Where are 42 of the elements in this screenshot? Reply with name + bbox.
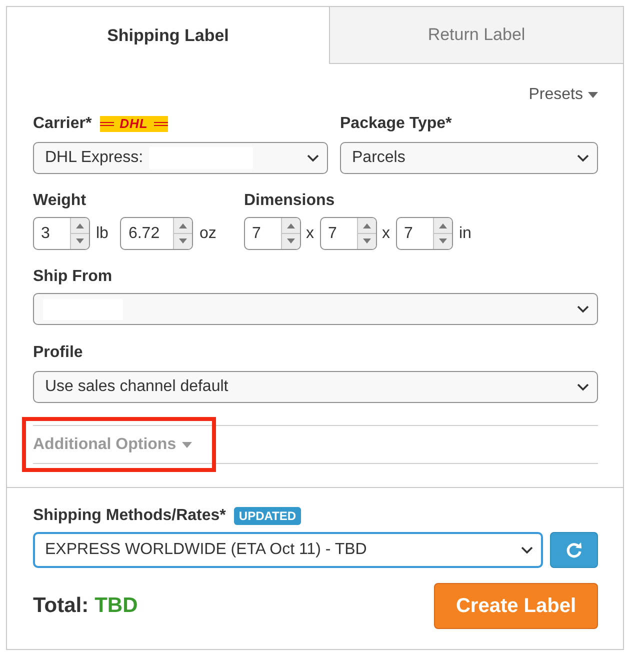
stepper-icon[interactable] xyxy=(70,218,89,249)
unit-label: in xyxy=(459,224,472,242)
dimension-input[interactable]: 7 xyxy=(396,217,453,250)
caret-icon xyxy=(588,92,598,98)
field-label: Carrier* xyxy=(33,114,92,134)
package-type-select[interactable]: Parcels xyxy=(340,142,598,174)
tab[interactable]: Return Label xyxy=(329,7,623,64)
field-label: Dimensions xyxy=(244,191,335,211)
dimension-input[interactable]: 7 xyxy=(320,217,377,250)
total-value: TBD xyxy=(94,594,138,618)
stepper-icon[interactable] xyxy=(281,218,300,249)
weight-input[interactable]: 6.72 xyxy=(120,217,194,250)
stepper-icon[interactable] xyxy=(173,218,192,249)
refresh-icon xyxy=(565,541,583,559)
field-label: Ship From xyxy=(33,267,112,287)
unit-label: lb xyxy=(96,224,108,242)
field-label: Weight xyxy=(33,191,86,211)
dimension-input[interactable]: 7 xyxy=(244,217,301,250)
ship-from-select[interactable] xyxy=(33,293,598,325)
refresh-button[interactable] xyxy=(550,532,598,568)
chevron-icon xyxy=(307,154,319,162)
caret-icon xyxy=(182,442,192,448)
chevron-icon xyxy=(577,305,589,313)
chevron-icon xyxy=(577,154,589,162)
chevron-icon xyxy=(577,383,589,391)
status-badge: UPDATED xyxy=(234,507,302,525)
field-label: Package Type* xyxy=(340,114,452,134)
unit-label: oz xyxy=(199,224,216,242)
carrier-select[interactable]: DHL Express: xyxy=(33,142,328,174)
stepper-icon[interactable] xyxy=(357,218,376,249)
times-sign: x xyxy=(382,224,390,242)
shipping-method-select[interactable]: EXPRESS WORLDWIDE (ETA Oct 11) - TBD xyxy=(33,532,543,568)
weight-input[interactable]: 3 xyxy=(33,217,90,250)
total-label: Total: xyxy=(33,594,89,618)
stepper-icon[interactable] xyxy=(433,218,452,249)
field-label: Shipping Methods/Rates* xyxy=(33,506,226,526)
times-sign: x xyxy=(306,224,314,242)
presets-dropdown[interactable]: Presets xyxy=(528,84,598,106)
field-label: Profile xyxy=(33,343,83,363)
chevron-icon xyxy=(521,546,533,554)
profile-select[interactable]: Use sales channel default xyxy=(33,371,598,403)
carrier-logo: DHL xyxy=(100,116,168,132)
